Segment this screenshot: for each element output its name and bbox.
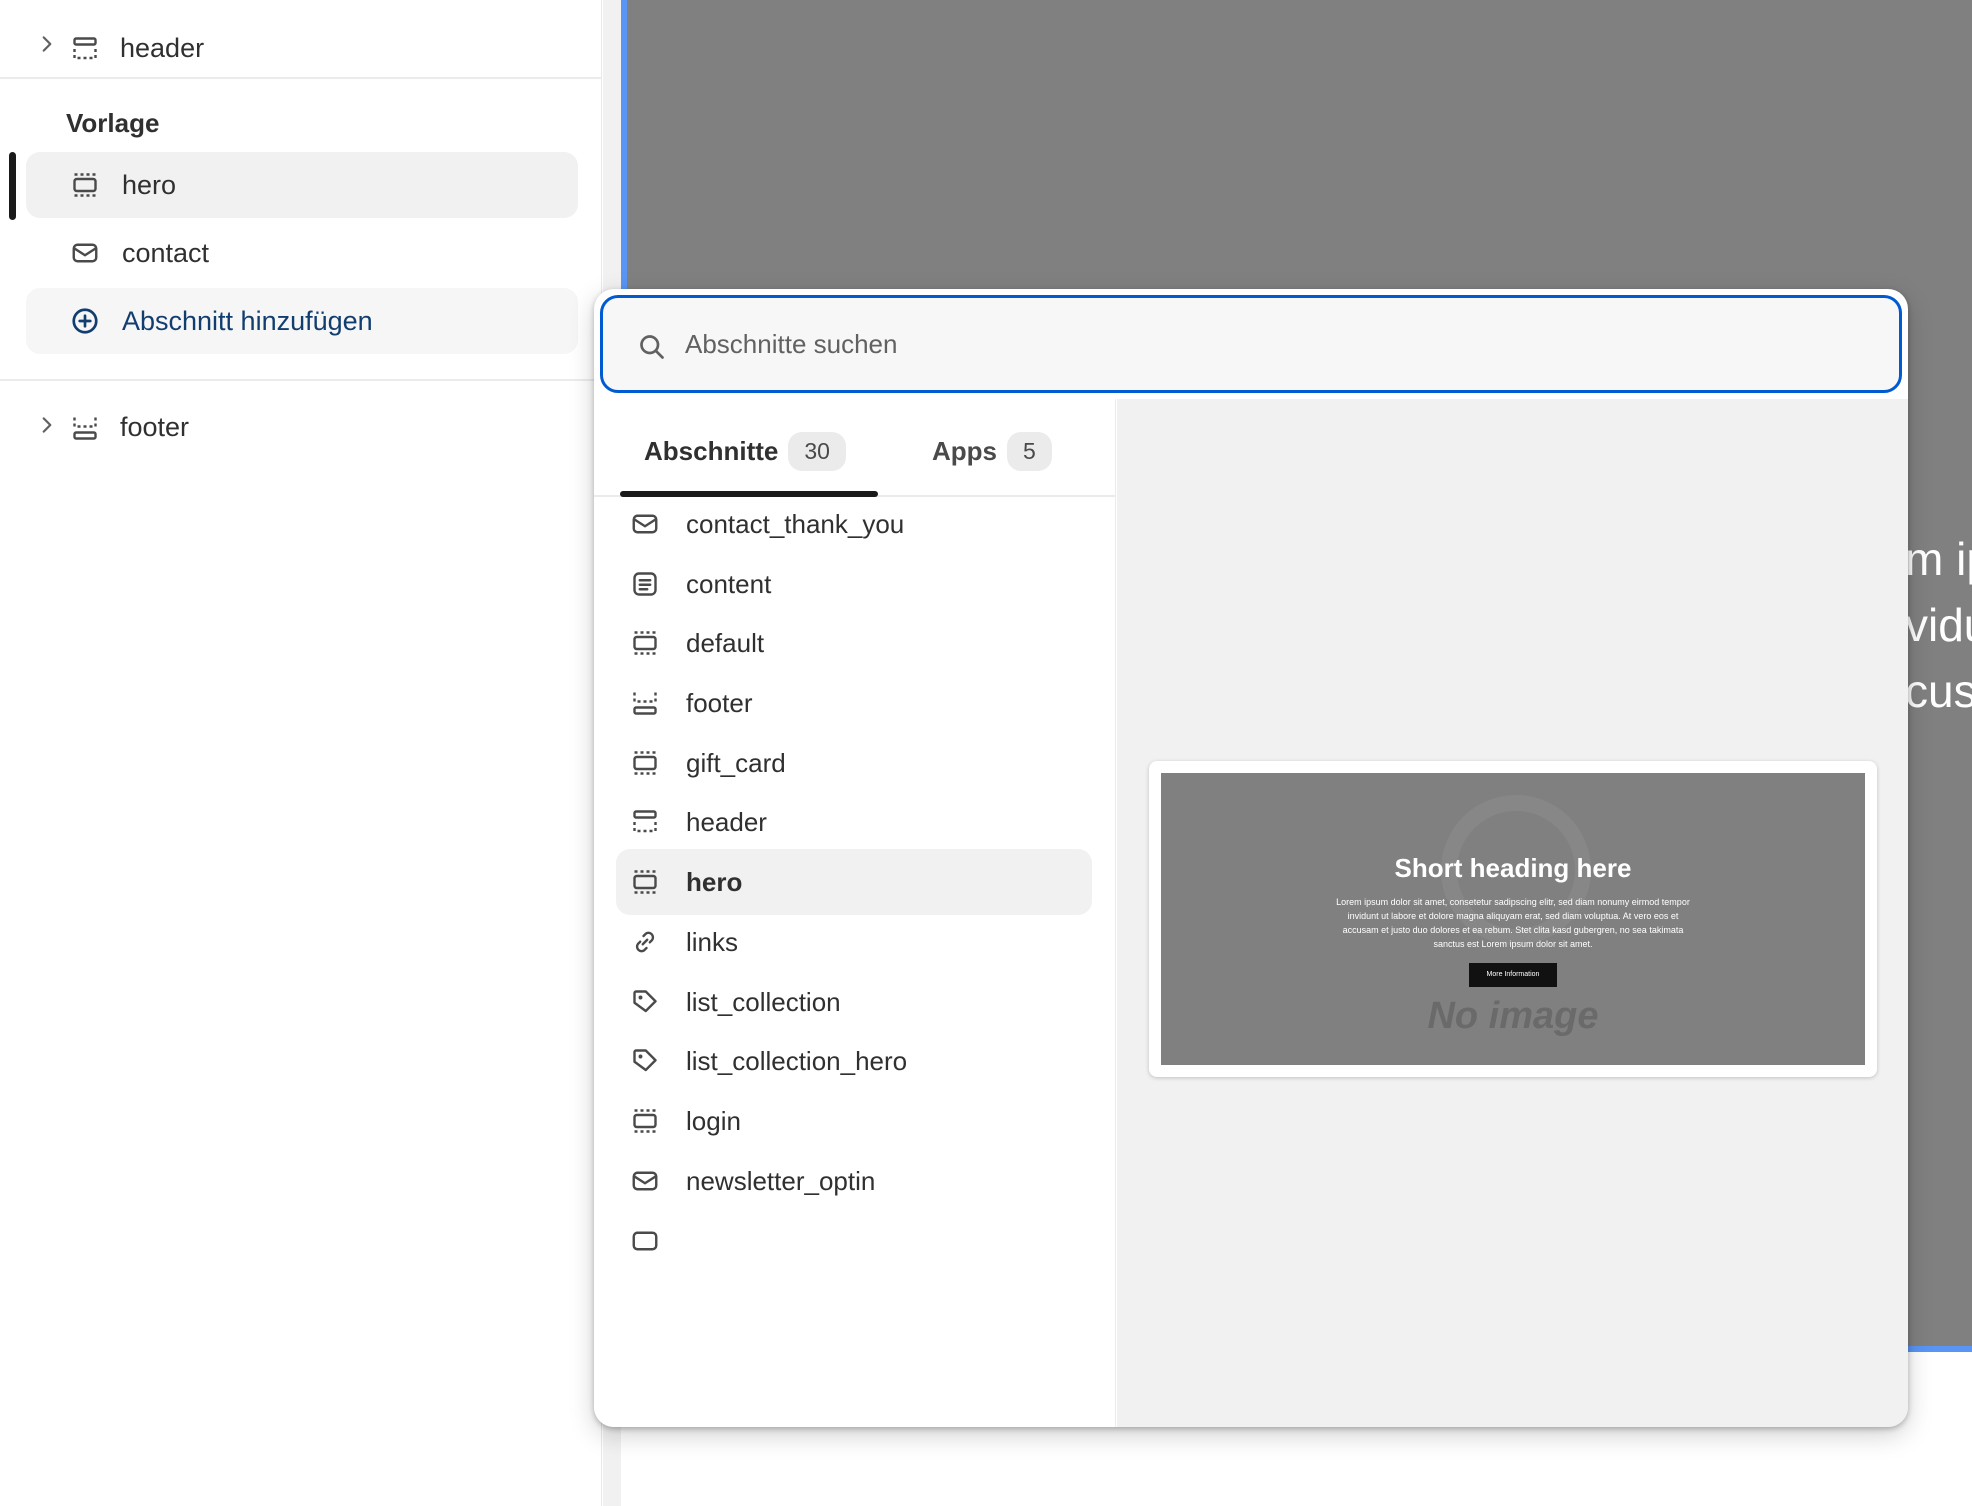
template-section-title: Vorlage	[66, 108, 160, 138]
list-item-label: login	[686, 1106, 741, 1136]
tab-bar: Abschnitte 30 Apps 5	[594, 399, 1115, 497]
canvas-body-text: vidu	[1905, 599, 1972, 651]
divider	[0, 77, 602, 79]
plus-circle-icon	[72, 308, 98, 334]
text-block-icon	[633, 572, 657, 596]
tab-apps[interactable]: Apps 5	[932, 427, 1052, 475]
section-icon	[633, 1109, 657, 1133]
section-list-pane: Abschnitte 30 Apps 5 contact_thank_you c…	[594, 399, 1116, 1427]
add-section-label: Abschnitt hinzufügen	[122, 306, 373, 336]
canvas-body-text: cusa	[1905, 665, 1972, 717]
no-image-placeholder: No image	[1427, 995, 1599, 1037]
section-preview-pane: Short heading here Lorem ipsum dolor sit…	[1117, 399, 1908, 1427]
list-item-contact-thank-you[interactable]: contact_thank_you	[616, 491, 1092, 557]
count-badge: 30	[788, 431, 846, 471]
list-item-links[interactable]: links	[616, 909, 1092, 975]
list-item-label: header	[686, 807, 767, 837]
list-item-label: newsletter_optin	[686, 1166, 876, 1196]
preview-body-text: Lorem ipsum dolor sit amet, consetetur s…	[1336, 897, 1690, 949]
selection-outline	[1901, 1346, 1972, 1352]
mail-icon	[632, 514, 658, 534]
divider	[0, 379, 602, 381]
active-indicator	[9, 152, 16, 220]
template-item-label: hero	[122, 170, 177, 200]
tag-icon	[633, 990, 657, 1013]
section-icon	[73, 173, 97, 197]
list-item-partial[interactable]	[616, 1208, 1092, 1274]
mail-icon	[632, 1231, 658, 1251]
chevron-right-icon[interactable]	[36, 414, 58, 436]
list-item-label: footer	[686, 688, 753, 718]
list-item-list-collection[interactable]: list_collection	[616, 969, 1092, 1035]
list-item-label: hero	[686, 867, 743, 897]
link-icon	[635, 931, 655, 953]
tab-sections[interactable]: Abschnitte 30	[644, 427, 846, 475]
list-item-login[interactable]: login	[616, 1088, 1092, 1154]
chevron-right-icon[interactable]	[36, 33, 58, 55]
add-section-popover: Abschnitte 30 Apps 5 contact_thank_you c…	[594, 289, 1908, 1427]
footer-icon	[633, 692, 657, 715]
template-item-contact[interactable]: contact	[26, 220, 578, 286]
tab-label: Abschnitte	[644, 435, 779, 466]
list-item-gift-card[interactable]: gift_card	[616, 730, 1092, 796]
tag-icon	[633, 1049, 657, 1072]
list-item-default[interactable]: default	[616, 610, 1092, 676]
preview-button: More Information	[1469, 963, 1557, 987]
canvas-body-text: m ip	[1905, 533, 1972, 585]
list-item-label: default	[686, 628, 765, 658]
template-item-label: contact	[122, 238, 210, 268]
list-item-label: content	[686, 569, 772, 599]
search-icon	[640, 335, 664, 359]
mail-icon	[72, 243, 98, 263]
list-item-list-collection-hero[interactable]: list_collection_hero	[616, 1028, 1092, 1094]
sidebar: header Vorlage hero contact Abschnitt hi…	[0, 0, 602, 1506]
list-item-hero[interactable]: hero	[616, 849, 1092, 915]
list-item-content[interactable]: content	[616, 551, 1092, 617]
list-item-label: gift_card	[686, 748, 786, 778]
list-item-label: links	[686, 927, 739, 957]
list-item-label: list_collection	[686, 987, 841, 1017]
preview-thumbnail: Short heading here Lorem ipsum dolor sit…	[1161, 773, 1865, 1065]
list-item-label: list_collection_hero	[686, 1046, 908, 1076]
header-group-row[interactable]: header	[0, 5, 602, 83]
header-group-label: header	[120, 33, 205, 63]
preview-heading: Short heading here	[1394, 853, 1632, 883]
template-item-hero[interactable]: hero	[26, 152, 578, 218]
search-field[interactable]	[600, 295, 1902, 393]
header-icon	[633, 810, 657, 833]
footer-group-row[interactable]: footer	[0, 386, 602, 464]
count-badge: 5	[1007, 431, 1052, 471]
list-item-newsletter-optin[interactable]: newsletter_optin	[616, 1148, 1092, 1214]
tab-label: Apps	[932, 435, 997, 466]
list-item-label: contact_thank_you	[686, 509, 905, 539]
section-preview-card: Short heading here Lorem ipsum dolor sit…	[1149, 761, 1877, 1077]
footer-group-label: footer	[120, 412, 190, 442]
section-icon	[633, 751, 657, 775]
footer-icon	[73, 417, 97, 440]
section-icon	[633, 870, 657, 894]
mail-icon	[632, 1171, 658, 1191]
list-item-header[interactable]: header	[616, 789, 1092, 855]
list-item-footer[interactable]: footer	[616, 670, 1092, 736]
header-icon	[73, 37, 97, 60]
section-icon	[633, 631, 657, 655]
add-section-button[interactable]: Abschnitt hinzufügen	[26, 288, 578, 354]
search-input[interactable]	[685, 320, 1865, 368]
